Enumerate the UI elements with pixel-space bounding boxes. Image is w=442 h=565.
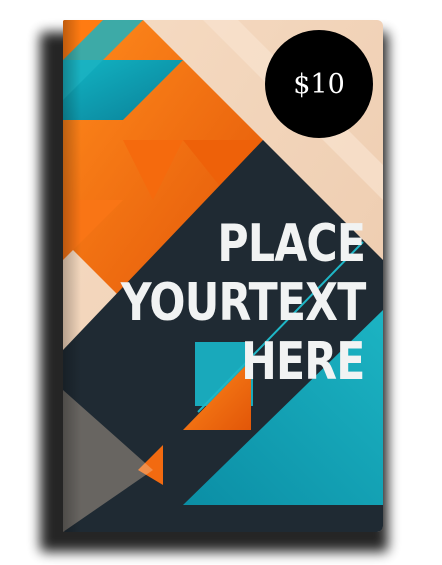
brochure-cover: $10 PLACE YOURTEXT HERE — [63, 20, 383, 532]
headline-line-1: PLACE — [217, 214, 366, 274]
price-label: $10 — [293, 68, 345, 100]
navy-strip — [163, 505, 383, 532]
brochure-mockup: $10 PLACE YOURTEXT HERE — [0, 0, 442, 565]
price-badge: $10 — [265, 30, 373, 138]
headline-line-3: HERE — [241, 332, 366, 392]
headline-line-2: YOURTEXT — [120, 273, 366, 333]
